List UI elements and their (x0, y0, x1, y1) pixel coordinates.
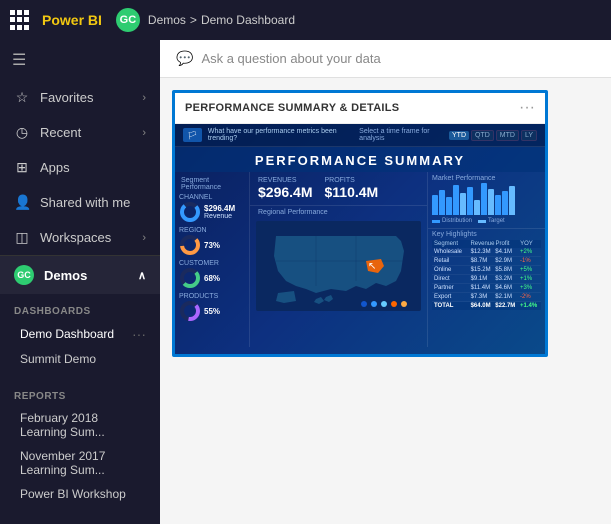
breadcrumb: Demos > Demo Dashboard (148, 13, 295, 27)
sidebar: ☰ ☆ Favorites › ◷ Recent › ⊞ Apps 👤 (0, 40, 160, 524)
perf-summary-title: PERFORMANCE SUMMARY (175, 147, 545, 172)
channel-label: CHANNEL (179, 194, 245, 201)
tile-title: PERFORMANCE SUMMARY & DETAILS (185, 102, 399, 114)
bar-2 (439, 190, 445, 215)
ytd-button[interactable]: YTD (449, 131, 469, 140)
dashboard-area: PERFORMANCE SUMMARY & DETAILS ··· 🏳 What… (160, 78, 611, 524)
profits-metric: PROFITS $110.4M (324, 177, 378, 200)
segment-performance-label: Segment Performance (181, 177, 243, 191)
sidebar-item-recent[interactable]: ◷ Recent › (0, 115, 160, 150)
ly-button[interactable]: LY (521, 130, 537, 141)
bar-6 (467, 187, 473, 215)
workbooks-section: WORKBOOKS You have no workbooks (0, 514, 160, 524)
bar-1 (432, 195, 438, 215)
perf-flag-text: What have our performance metrics been t… (208, 128, 359, 142)
performance-tile: PERFORMANCE SUMMARY & DETAILS ··· 🏳 What… (172, 90, 548, 357)
bar-12 (509, 186, 515, 215)
dashboards-section: DASHBOARDS Demo Dashboard ··· Summit Dem… (0, 294, 160, 379)
region-donut (179, 234, 201, 256)
qa-icon: 💬 (176, 50, 193, 67)
dashboards-header: DASHBOARDS (0, 302, 160, 321)
sidebar-item-workspaces[interactable]: ◫ Workspaces › (0, 220, 160, 255)
table-row: Direct $9.1M $3.2M +1% (432, 275, 541, 284)
products-donut (179, 300, 201, 322)
table-row: Export $7.3M $2.1M -2% (432, 293, 541, 302)
customer-donut (179, 267, 201, 289)
bar-7 (474, 200, 480, 215)
reports-header: REPORTS (0, 387, 160, 406)
qtd-button[interactable]: QTD (471, 130, 494, 141)
apps-icon: ⊞ (14, 159, 30, 176)
bar-9 (488, 189, 494, 215)
sidebar-item-report-0[interactable]: February 2018 Learning Sum... (0, 406, 160, 444)
mtd-button[interactable]: MTD (496, 130, 519, 141)
tile-header: PERFORMANCE SUMMARY & DETAILS ··· (175, 93, 545, 124)
customer-label: CUSTOMER (179, 260, 245, 267)
us-map: ↖ (250, 219, 427, 318)
reports-section: REPORTS February 2018 Learning Sum... No… (0, 379, 160, 514)
filter-label: Select a time frame for analysis (359, 128, 447, 142)
recent-icon: ◷ (14, 124, 30, 141)
demos-section: GC Demos ∧ DASHBOARDS Demo Dashboard ···… (0, 255, 160, 524)
qa-placeholder: Ask a question about your data (201, 51, 380, 66)
sidebar-item-report-1[interactable]: November 2017 Learning Sum... (0, 444, 160, 482)
main-layout: ☰ ☆ Favorites › ◷ Recent › ⊞ Apps 👤 (0, 40, 611, 524)
table-total-row: TOTAL $64.0M $22.7M +1.4% (432, 302, 541, 310)
sidebar-item-apps[interactable]: ⊞ Apps (0, 150, 160, 185)
products-label: PRODUCTS (179, 293, 245, 300)
demos-avatar: GC (14, 265, 34, 285)
tile-menu-button[interactable]: ··· (519, 99, 535, 117)
demos-header[interactable]: GC Demos ∧ (0, 256, 160, 294)
app-logo: Power BI (42, 12, 102, 28)
content-area: 💬 Ask a question about your data PERFORM… (160, 40, 611, 524)
table-row: Partner $11.4M $4.6M +3% (432, 284, 541, 293)
region-label: REGION (179, 227, 245, 234)
avatar[interactable]: GC (116, 8, 140, 32)
item-menu-dots[interactable]: ··· (132, 326, 146, 342)
waffle-icon[interactable] (10, 10, 30, 30)
topbar: Power BI GC Demos > Demo Dashboard (0, 0, 611, 40)
svg-text:↖: ↖ (368, 261, 376, 272)
table-row: Online $15.2M $5.8M +5% (432, 266, 541, 275)
market-perf-label: Market Performance (432, 175, 541, 182)
table-row: Retail $8.7M $2.9M -1% (432, 257, 541, 266)
shared-icon: 👤 (14, 194, 30, 211)
performance-viz: 🏳 What have our performance metrics been… (175, 124, 545, 354)
sidebar-item-demo-dashboard[interactable]: Demo Dashboard ··· (0, 321, 160, 347)
qa-bar[interactable]: 💬 Ask a question about your data (160, 40, 611, 78)
sidebar-item-shared[interactable]: 👤 Shared with me (0, 185, 160, 220)
bar-8 (481, 183, 487, 215)
bar-3 (446, 197, 452, 215)
bar-4 (453, 185, 459, 215)
sidebar-item-summit-demo[interactable]: Summit Demo (0, 347, 160, 371)
table-row: Wholesale $12.3M $4.1M +2% (432, 248, 541, 257)
revenues-metric: REVENUES $296.4M (258, 177, 312, 200)
sidebar-item-favorites[interactable]: ☆ Favorites › (0, 80, 160, 115)
bar-5 (460, 193, 466, 215)
regional-perf-label: Regional Performance (250, 206, 427, 219)
key-highlights: Key Highlights Segment Revenue Profit YO… (428, 229, 545, 312)
channel-donut (179, 201, 201, 223)
bar-10 (495, 195, 501, 215)
hamburger-button[interactable]: ☰ (0, 40, 160, 80)
workspaces-icon: ◫ (14, 229, 30, 246)
bar-11 (502, 191, 508, 215)
favorites-icon: ☆ (14, 89, 30, 106)
sidebar-item-report-2[interactable]: Power BI Workshop (0, 482, 160, 506)
